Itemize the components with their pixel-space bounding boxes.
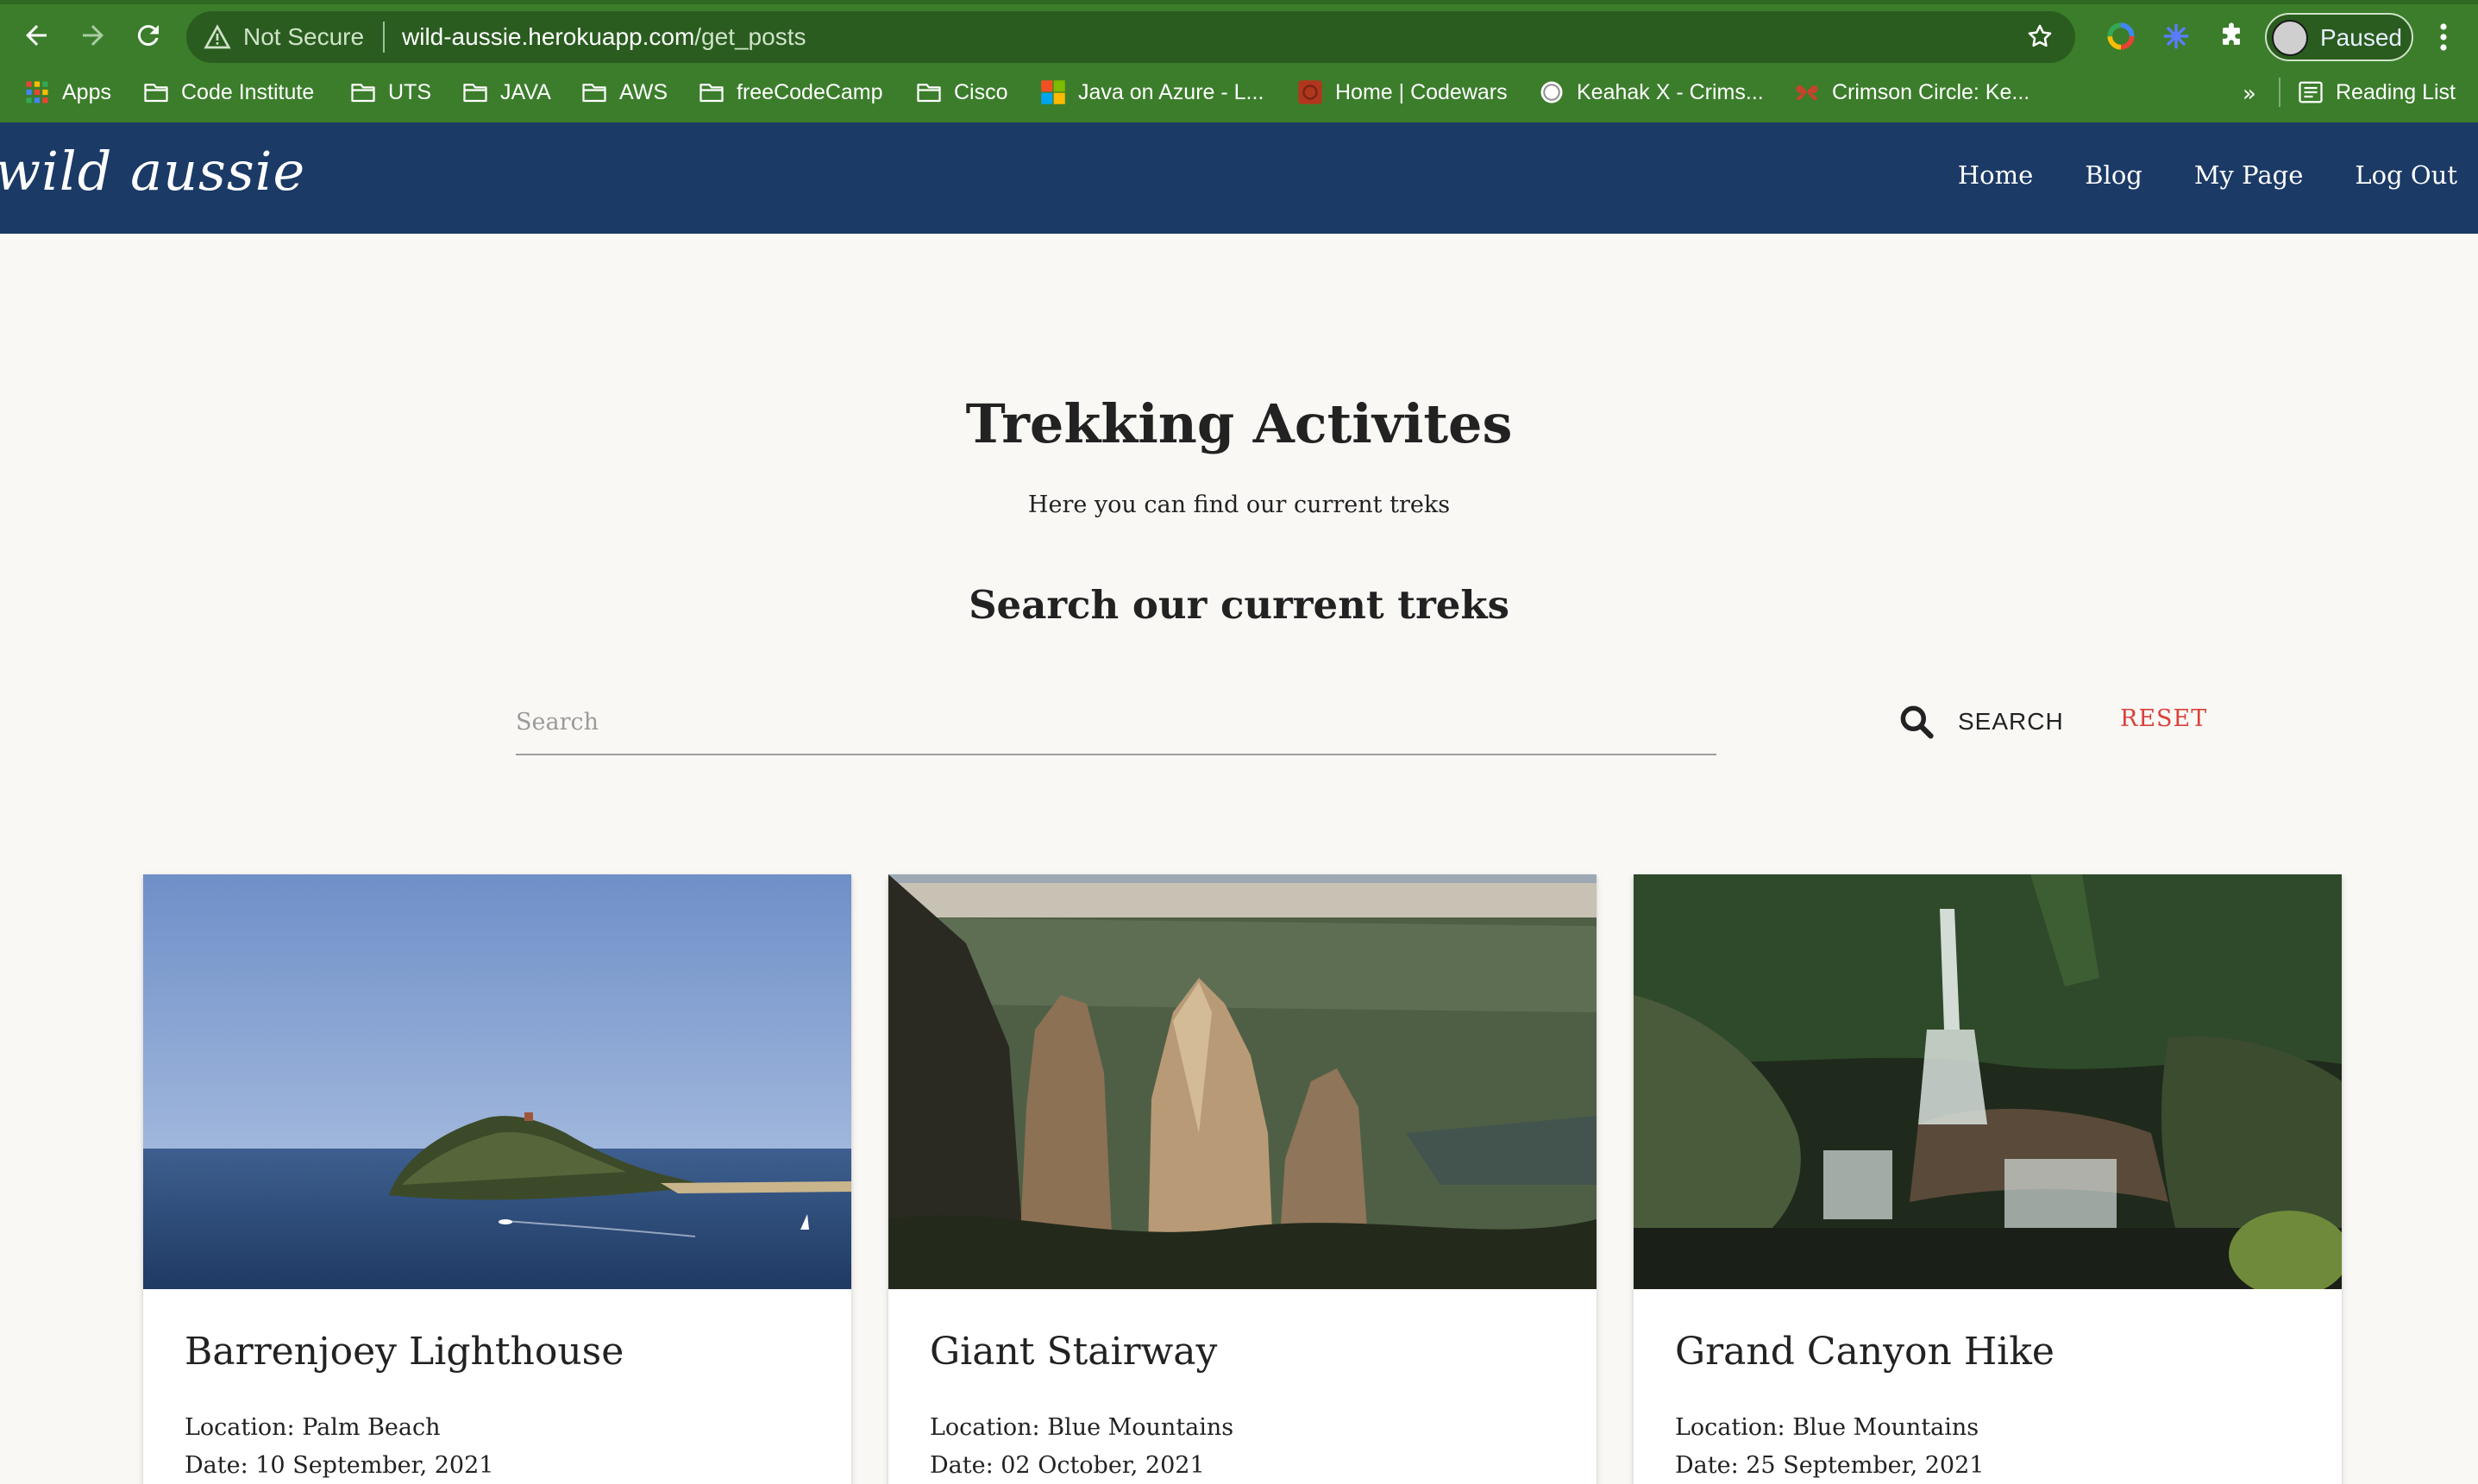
url-path: /get_posts: [694, 23, 806, 50]
browser-toolbar: Not Secure wild-aussie.herokuapp.com/get…: [0, 4, 2478, 65]
trek-card-image: [143, 874, 851, 1289]
folder-icon: [463, 84, 487, 103]
bookmark-label: Code Institute: [181, 79, 315, 104]
bookmark-keahak[interactable]: Keahak X - Crims...: [1539, 76, 1764, 109]
trek-card[interactable]: Giant Stairway Location: Blue Mountains …: [888, 874, 1597, 1484]
search-icon: [1900, 705, 1934, 739]
reading-list-label: Reading List: [2336, 79, 2456, 104]
trek-card-location: Location: Blue Mountains: [1675, 1414, 1979, 1441]
bookmark-label: JAVA: [500, 79, 551, 104]
bookmark-folder[interactable]: freeCodeCamp: [699, 76, 883, 109]
bookmarks-bar: Apps Code Institute UTS JAVA AWS freeCod…: [0, 66, 2478, 119]
security-label[interactable]: Not Secure: [243, 22, 364, 53]
rock-formation-photo: [888, 874, 1597, 1289]
profile-status-label: Paused: [2320, 24, 2402, 51]
trek-card-date: Date: 02 October, 2021: [930, 1452, 1205, 1479]
search-input[interactable]: [516, 690, 1716, 755]
folder-icon: [582, 84, 606, 103]
address-bar[interactable]: Not Secure wild-aussie.herokuapp.com/get…: [186, 11, 2075, 63]
folder-icon: [144, 84, 168, 103]
trek-card[interactable]: Grand Canyon Hike Location: Blue Mountai…: [1634, 874, 2342, 1484]
bookmark-folder[interactable]: AWS: [581, 76, 668, 109]
reload-icon[interactable]: [133, 20, 164, 51]
bookmark-label: Java on Azure - L...: [1078, 79, 1264, 104]
bookmark-label: freeCodeCamp: [737, 79, 883, 104]
microsoft-logo-icon: [1041, 80, 1065, 104]
folder-icon: [351, 84, 375, 103]
url-text[interactable]: wild-aussie.herokuapp.com/get_posts: [402, 22, 806, 53]
codewars-logo-icon: [1298, 80, 1322, 104]
trek-card-location: Location: Blue Mountains: [930, 1414, 1234, 1441]
reading-list-icon: [2299, 81, 2323, 103]
bookmarks-divider: [2279, 78, 2280, 107]
trek-card-title: Giant Stairway: [930, 1330, 1218, 1374]
trek-card-date: Date: 25 September, 2021: [1675, 1452, 1985, 1479]
extensions-puzzle-icon[interactable]: [2217, 22, 2246, 51]
page-subtitle: Here you can find our current treks: [1027, 492, 1451, 518]
url-host: wild-aussie.herokuapp.com: [402, 23, 695, 50]
bookmark-java-on-azure[interactable]: Java on Azure - L...: [1040, 76, 1264, 109]
trek-card[interactable]: Barrenjoey Lighthouse Location: Palm Bea…: [143, 874, 851, 1484]
nav-log-out[interactable]: Log Out: [2355, 160, 2457, 190]
reading-list-button[interactable]: Reading List: [2298, 76, 2456, 109]
bookmark-label: Home | Codewars: [1335, 79, 1508, 104]
folder-icon: [699, 84, 724, 103]
apps-grid-icon: [26, 81, 48, 103]
trek-card-location: Location: Palm Beach: [185, 1414, 441, 1441]
butterfly-logo-icon: [1796, 85, 1818, 101]
warning-icon: [204, 24, 231, 49]
bookmark-label: UTS: [388, 79, 431, 104]
headland-photo: [143, 874, 851, 1289]
bookmark-star-icon[interactable]: [2025, 22, 2055, 51]
color-extension-icon[interactable]: [2106, 22, 2136, 51]
circle-logo-icon: [1540, 81, 1563, 103]
bookmark-label: Crimson Circle: Ke...: [1832, 79, 2030, 104]
bookmark-folder[interactable]: Code Institute: [143, 76, 314, 109]
bookmark-label: AWS: [619, 79, 668, 104]
bookmark-folder[interactable]: Cisco: [916, 76, 1008, 109]
address-divider: [383, 22, 385, 53]
bookmark-label: Keahak X - Crims...: [1577, 79, 1764, 104]
forward-arrow-icon[interactable]: [78, 20, 109, 51]
trek-card-image: [888, 874, 1597, 1289]
nav-blog[interactable]: Blog: [2085, 160, 2142, 190]
bookmark-crimson-circle[interactable]: Crimson Circle: Ke...: [1794, 76, 2029, 109]
page-title: Trekking Activites: [965, 392, 1513, 455]
search-heading: Search our current treks: [969, 582, 1509, 628]
bookmark-label: Cisco: [954, 79, 1008, 104]
waterfall-photo: [1634, 874, 2342, 1289]
back-arrow-icon[interactable]: [21, 20, 52, 51]
profile-paused-button[interactable]: Paused: [2265, 13, 2413, 61]
trek-card-image: [1634, 874, 2342, 1289]
bookmark-folder[interactable]: JAVA: [462, 76, 551, 109]
search-button[interactable]: SEARCH: [1898, 698, 2064, 745]
trek-card-title: Grand Canyon Hike: [1675, 1330, 2055, 1374]
bookmark-apps[interactable]: Apps: [24, 76, 111, 109]
reset-button[interactable]: RESET: [2120, 705, 2207, 732]
more-vert-icon[interactable]: [2437, 22, 2450, 53]
browser-frame: Not Secure wild-aussie.herokuapp.com/get…: [0, 0, 2478, 122]
brand-logo[interactable]: wild aussie: [0, 140, 305, 203]
bookmark-label: Apps: [62, 79, 111, 104]
avatar: [2272, 20, 2308, 56]
nav-links: Home Blog My Page Log Out: [1958, 160, 2457, 190]
bookmark-codewars[interactable]: Home | Codewars: [1297, 76, 1508, 109]
bookmarks-overflow-chevron[interactable]: »: [2243, 81, 2256, 107]
trek-card-title: Barrenjoey Lighthouse: [185, 1330, 624, 1374]
folder-icon: [917, 84, 941, 103]
bookmark-folder[interactable]: UTS: [350, 76, 431, 109]
nav-my-page[interactable]: My Page: [2194, 160, 2304, 190]
sparkle-extension-icon[interactable]: [2161, 22, 2191, 51]
nav-home[interactable]: Home: [1958, 160, 2033, 190]
trek-card-date: Date: 10 September, 2021: [185, 1452, 494, 1479]
search-button-label: SEARCH: [1958, 708, 2064, 735]
site-navbar: wild aussie Home Blog My Page Log Out: [0, 122, 2478, 234]
